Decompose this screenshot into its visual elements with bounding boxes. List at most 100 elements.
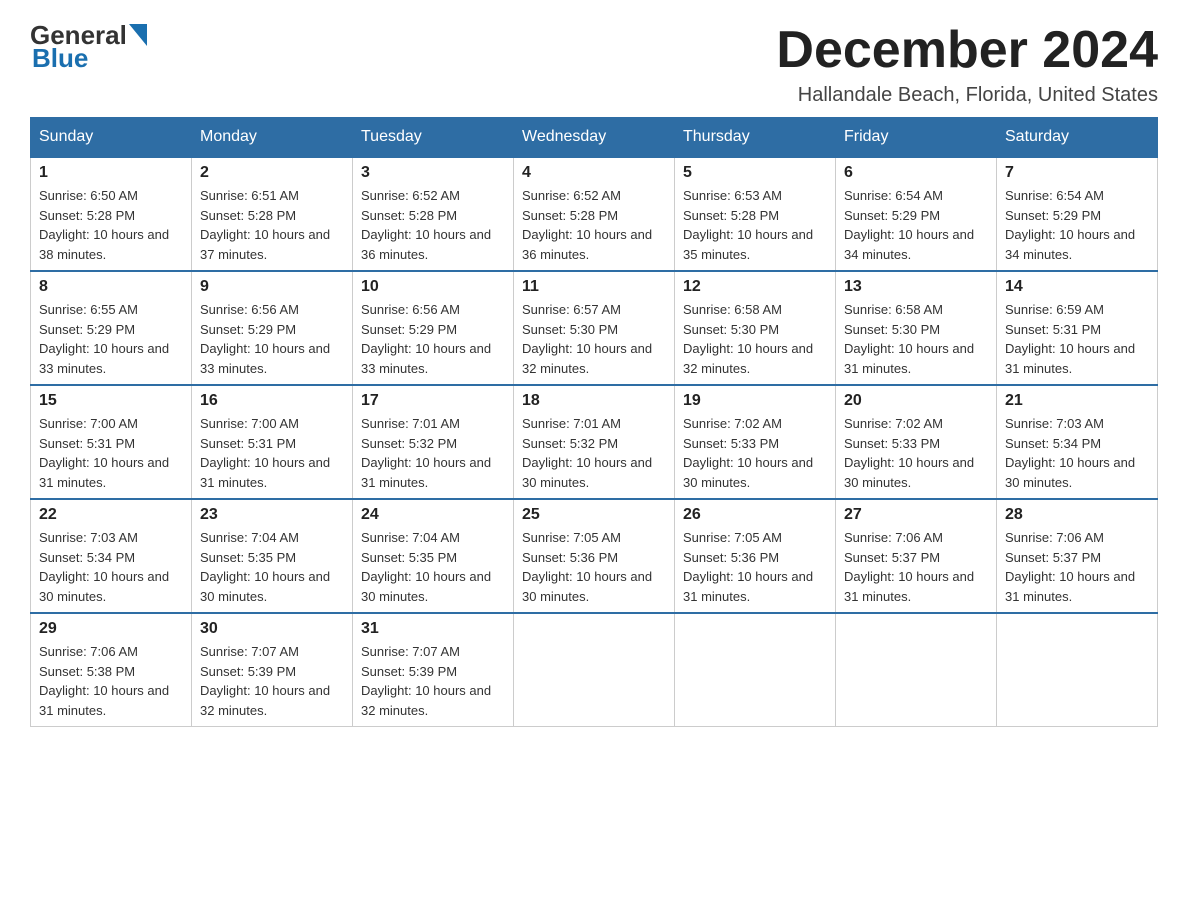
day-info: Sunrise: 6:54 AMSunset: 5:29 PMDaylight:… <box>844 188 974 262</box>
day-number: 16 <box>200 392 344 410</box>
calendar-cell: 6 Sunrise: 6:54 AMSunset: 5:29 PMDayligh… <box>836 157 997 271</box>
day-info: Sunrise: 6:55 AMSunset: 5:29 PMDaylight:… <box>39 302 169 376</box>
day-info: Sunrise: 7:02 AMSunset: 5:33 PMDaylight:… <box>844 416 974 490</box>
calendar-week-row: 22 Sunrise: 7:03 AMSunset: 5:34 PMDaylig… <box>31 499 1158 613</box>
day-number: 22 <box>39 506 183 524</box>
calendar-cell: 16 Sunrise: 7:00 AMSunset: 5:31 PMDaylig… <box>192 385 353 499</box>
day-number: 28 <box>1005 506 1149 524</box>
calendar-cell: 2 Sunrise: 6:51 AMSunset: 5:28 PMDayligh… <box>192 157 353 271</box>
day-info: Sunrise: 6:57 AMSunset: 5:30 PMDaylight:… <box>522 302 652 376</box>
day-number: 10 <box>361 278 505 296</box>
calendar-header-monday: Monday <box>192 118 353 158</box>
calendar-cell: 28 Sunrise: 7:06 AMSunset: 5:37 PMDaylig… <box>997 499 1158 613</box>
day-info: Sunrise: 7:00 AMSunset: 5:31 PMDaylight:… <box>39 416 169 490</box>
calendar-cell: 5 Sunrise: 6:53 AMSunset: 5:28 PMDayligh… <box>675 157 836 271</box>
calendar-body: 1 Sunrise: 6:50 AMSunset: 5:28 PMDayligh… <box>31 157 1158 727</box>
day-info: Sunrise: 7:04 AMSunset: 5:35 PMDaylight:… <box>200 530 330 604</box>
day-info: Sunrise: 6:51 AMSunset: 5:28 PMDaylight:… <box>200 188 330 262</box>
day-info: Sunrise: 6:58 AMSunset: 5:30 PMDaylight:… <box>683 302 813 376</box>
calendar-cell: 11 Sunrise: 6:57 AMSunset: 5:30 PMDaylig… <box>514 271 675 385</box>
calendar-cell <box>514 613 675 727</box>
calendar-header-saturday: Saturday <box>997 118 1158 158</box>
day-info: Sunrise: 7:03 AMSunset: 5:34 PMDaylight:… <box>39 530 169 604</box>
day-number: 8 <box>39 278 183 296</box>
calendar-cell: 23 Sunrise: 7:04 AMSunset: 5:35 PMDaylig… <box>192 499 353 613</box>
day-number: 5 <box>683 164 827 182</box>
calendar-cell: 7 Sunrise: 6:54 AMSunset: 5:29 PMDayligh… <box>997 157 1158 271</box>
calendar-cell: 30 Sunrise: 7:07 AMSunset: 5:39 PMDaylig… <box>192 613 353 727</box>
day-number: 3 <box>361 164 505 182</box>
calendar-cell: 21 Sunrise: 7:03 AMSunset: 5:34 PMDaylig… <box>997 385 1158 499</box>
calendar-cell: 9 Sunrise: 6:56 AMSunset: 5:29 PMDayligh… <box>192 271 353 385</box>
calendar-cell: 27 Sunrise: 7:06 AMSunset: 5:37 PMDaylig… <box>836 499 997 613</box>
day-info: Sunrise: 6:53 AMSunset: 5:28 PMDaylight:… <box>683 188 813 262</box>
day-info: Sunrise: 7:06 AMSunset: 5:38 PMDaylight:… <box>39 644 169 718</box>
logo: General Blue <box>30 20 147 74</box>
calendar-cell: 12 Sunrise: 6:58 AMSunset: 5:30 PMDaylig… <box>675 271 836 385</box>
day-info: Sunrise: 7:06 AMSunset: 5:37 PMDaylight:… <box>1005 530 1135 604</box>
calendar-cell: 17 Sunrise: 7:01 AMSunset: 5:32 PMDaylig… <box>353 385 514 499</box>
calendar-header-wednesday: Wednesday <box>514 118 675 158</box>
day-info: Sunrise: 7:03 AMSunset: 5:34 PMDaylight:… <box>1005 416 1135 490</box>
day-number: 24 <box>361 506 505 524</box>
calendar-cell: 1 Sunrise: 6:50 AMSunset: 5:28 PMDayligh… <box>31 157 192 271</box>
day-info: Sunrise: 7:02 AMSunset: 5:33 PMDaylight:… <box>683 416 813 490</box>
calendar-header-sunday: Sunday <box>31 118 192 158</box>
day-number: 9 <box>200 278 344 296</box>
day-info: Sunrise: 7:01 AMSunset: 5:32 PMDaylight:… <box>361 416 491 490</box>
calendar-cell: 13 Sunrise: 6:58 AMSunset: 5:30 PMDaylig… <box>836 271 997 385</box>
day-number: 15 <box>39 392 183 410</box>
title-section: December 2024 Hallandale Beach, Florida,… <box>776 20 1158 107</box>
day-number: 25 <box>522 506 666 524</box>
day-number: 30 <box>200 620 344 638</box>
day-number: 14 <box>1005 278 1149 296</box>
day-number: 20 <box>844 392 988 410</box>
day-number: 17 <box>361 392 505 410</box>
calendar-header-row: SundayMondayTuesdayWednesdayThursdayFrid… <box>31 118 1158 158</box>
calendar-cell: 29 Sunrise: 7:06 AMSunset: 5:38 PMDaylig… <box>31 613 192 727</box>
calendar-table: SundayMondayTuesdayWednesdayThursdayFrid… <box>30 117 1158 727</box>
month-title: December 2024 <box>776 20 1158 80</box>
calendar-cell: 15 Sunrise: 7:00 AMSunset: 5:31 PMDaylig… <box>31 385 192 499</box>
day-number: 29 <box>39 620 183 638</box>
day-info: Sunrise: 6:52 AMSunset: 5:28 PMDaylight:… <box>522 188 652 262</box>
calendar-cell: 18 Sunrise: 7:01 AMSunset: 5:32 PMDaylig… <box>514 385 675 499</box>
day-info: Sunrise: 7:07 AMSunset: 5:39 PMDaylight:… <box>361 644 491 718</box>
day-info: Sunrise: 6:56 AMSunset: 5:29 PMDaylight:… <box>361 302 491 376</box>
day-info: Sunrise: 6:56 AMSunset: 5:29 PMDaylight:… <box>200 302 330 376</box>
calendar-cell <box>836 613 997 727</box>
page-header: General Blue December 2024 Hallandale Be… <box>30 20 1158 107</box>
day-info: Sunrise: 6:50 AMSunset: 5:28 PMDaylight:… <box>39 188 169 262</box>
day-number: 6 <box>844 164 988 182</box>
day-number: 12 <box>683 278 827 296</box>
day-info: Sunrise: 7:04 AMSunset: 5:35 PMDaylight:… <box>361 530 491 604</box>
day-number: 19 <box>683 392 827 410</box>
day-info: Sunrise: 7:06 AMSunset: 5:37 PMDaylight:… <box>844 530 974 604</box>
calendar-header-friday: Friday <box>836 118 997 158</box>
day-info: Sunrise: 6:58 AMSunset: 5:30 PMDaylight:… <box>844 302 974 376</box>
calendar-cell: 4 Sunrise: 6:52 AMSunset: 5:28 PMDayligh… <box>514 157 675 271</box>
day-number: 7 <box>1005 164 1149 182</box>
calendar-week-row: 1 Sunrise: 6:50 AMSunset: 5:28 PMDayligh… <box>31 157 1158 271</box>
day-info: Sunrise: 6:52 AMSunset: 5:28 PMDaylight:… <box>361 188 491 262</box>
day-number: 18 <box>522 392 666 410</box>
day-number: 21 <box>1005 392 1149 410</box>
logo-blue-text: Blue <box>32 43 88 74</box>
calendar-cell <box>675 613 836 727</box>
calendar-cell: 20 Sunrise: 7:02 AMSunset: 5:33 PMDaylig… <box>836 385 997 499</box>
calendar-cell: 31 Sunrise: 7:07 AMSunset: 5:39 PMDaylig… <box>353 613 514 727</box>
day-info: Sunrise: 6:59 AMSunset: 5:31 PMDaylight:… <box>1005 302 1135 376</box>
day-info: Sunrise: 7:07 AMSunset: 5:39 PMDaylight:… <box>200 644 330 718</box>
calendar-cell <box>997 613 1158 727</box>
calendar-cell: 14 Sunrise: 6:59 AMSunset: 5:31 PMDaylig… <box>997 271 1158 385</box>
day-number: 11 <box>522 278 666 296</box>
location-title: Hallandale Beach, Florida, United States <box>776 84 1158 107</box>
calendar-cell: 10 Sunrise: 6:56 AMSunset: 5:29 PMDaylig… <box>353 271 514 385</box>
calendar-week-row: 29 Sunrise: 7:06 AMSunset: 5:38 PMDaylig… <box>31 613 1158 727</box>
calendar-cell: 22 Sunrise: 7:03 AMSunset: 5:34 PMDaylig… <box>31 499 192 613</box>
day-number: 4 <box>522 164 666 182</box>
day-info: Sunrise: 7:05 AMSunset: 5:36 PMDaylight:… <box>683 530 813 604</box>
day-number: 2 <box>200 164 344 182</box>
day-info: Sunrise: 7:05 AMSunset: 5:36 PMDaylight:… <box>522 530 652 604</box>
day-number: 13 <box>844 278 988 296</box>
